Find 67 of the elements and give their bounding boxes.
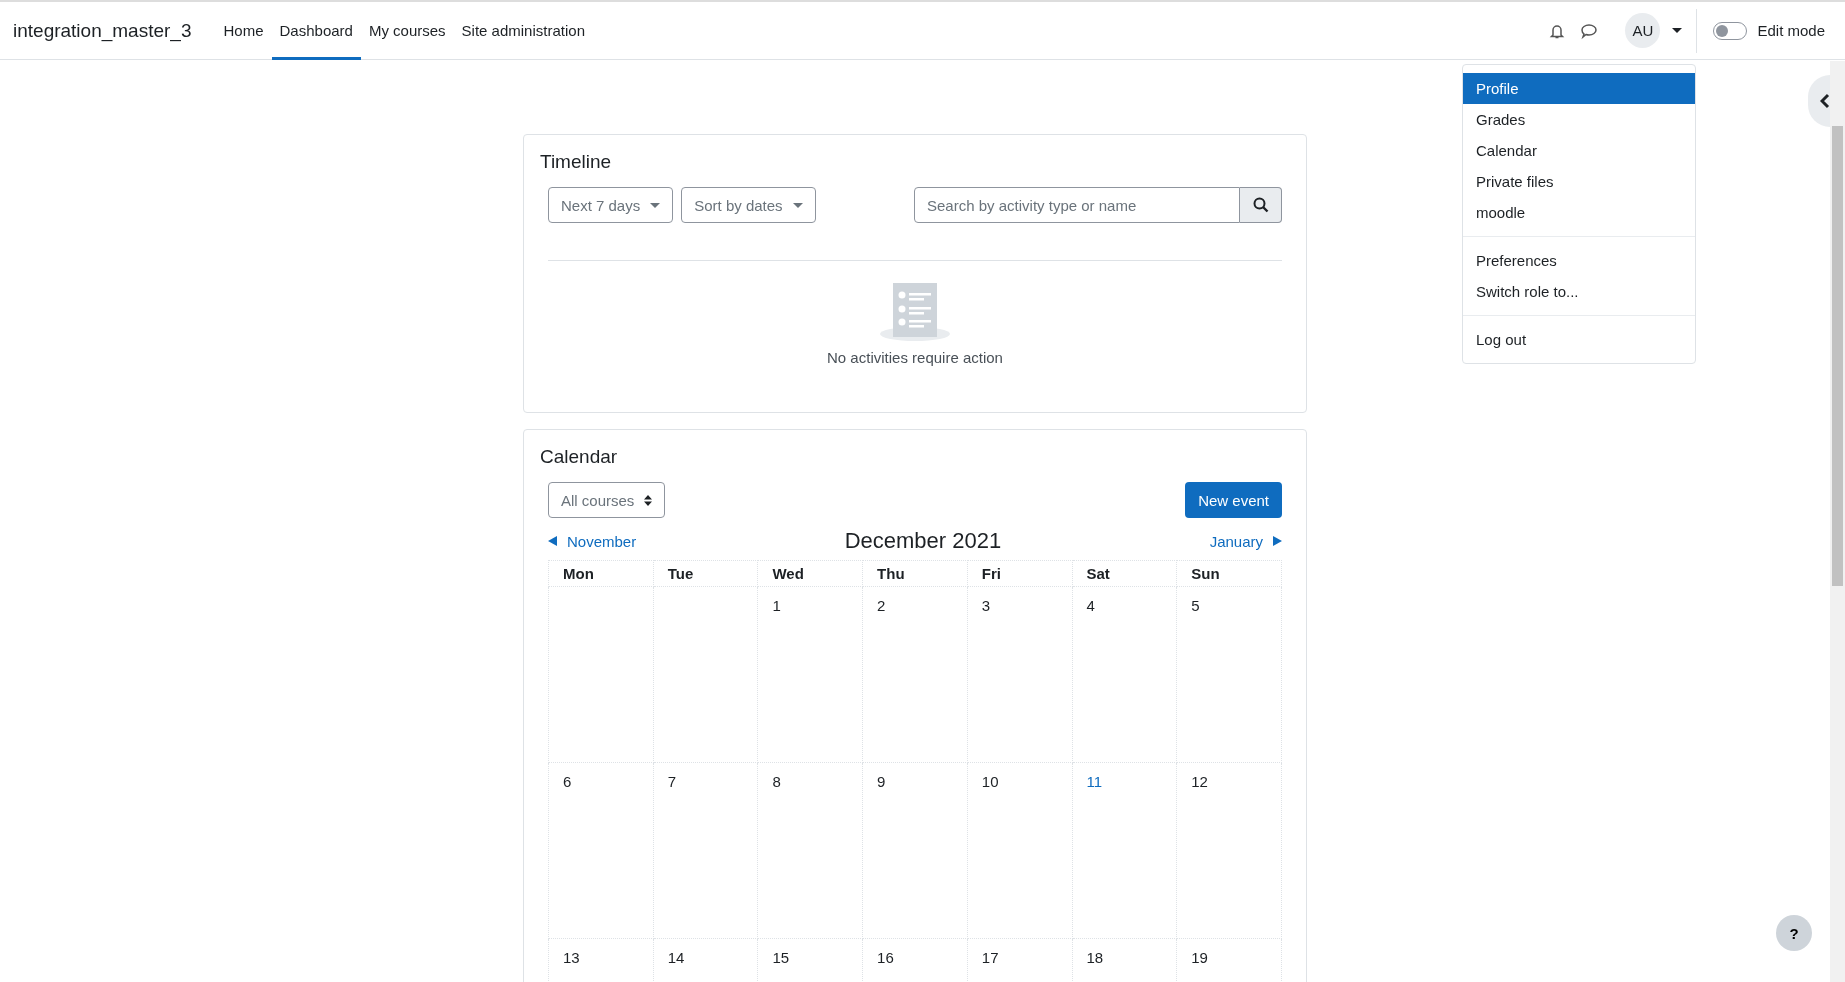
caret-icon[interactable] xyxy=(1672,28,1683,33)
card-title: Timeline xyxy=(540,151,613,173)
weekday-header: Sun xyxy=(1176,560,1282,587)
card-title: Calendar xyxy=(540,446,619,468)
caret-icon xyxy=(650,202,661,208)
menu-item[interactable]: Grades xyxy=(1463,104,1695,135)
weekday-header: Wed xyxy=(757,560,863,587)
right-triangle-icon xyxy=(1273,536,1282,546)
left-triangle-icon xyxy=(548,536,557,546)
nav-tab[interactable]: My courses xyxy=(360,1,454,60)
day-number[interactable]: 14 xyxy=(667,949,685,966)
day-number[interactable]: 2 xyxy=(877,597,886,614)
menu-item[interactable]: Calendar xyxy=(1463,135,1695,166)
weekday-header: Thu xyxy=(862,560,968,587)
day-number[interactable]: 10 xyxy=(981,773,999,790)
edit-mode-label: Edit mode xyxy=(1757,22,1825,39)
day-number[interactable]: 18 xyxy=(1086,949,1104,966)
new-event-button[interactable]: New event xyxy=(1185,482,1282,518)
caret-icon xyxy=(792,202,803,208)
scrollbar[interactable] xyxy=(1830,61,1845,982)
day-number[interactable]: 16 xyxy=(877,949,894,966)
nav-tab[interactable]: Dashboard xyxy=(271,1,361,60)
month-title: December 2021 xyxy=(843,528,1003,554)
course-select[interactable]: All courses xyxy=(548,482,666,518)
empty-list-icon xyxy=(880,283,950,341)
chat-bubble-icon[interactable] xyxy=(1580,21,1599,40)
menu-item[interactable]: Log out xyxy=(1463,324,1695,355)
day-number[interactable]: 9 xyxy=(877,773,886,790)
weekday-header: Mon xyxy=(548,560,654,587)
empty-message: No activities require action xyxy=(827,349,1003,366)
chevron-left-icon xyxy=(1820,93,1830,109)
sort-arrows-icon xyxy=(644,494,653,506)
day-number[interactable]: 4 xyxy=(1086,597,1095,614)
site-name[interactable]: integration_master_3 xyxy=(13,19,192,42)
edit-mode-switch[interactable] xyxy=(1713,21,1748,40)
weekday-header: Sat xyxy=(1072,560,1177,587)
filter-dropdown[interactable]: Sort by dates xyxy=(681,187,816,223)
search-field[interactable]: Search by activity type or name xyxy=(914,187,1240,223)
user-avatar[interactable]: AU xyxy=(1625,13,1661,48)
nav-tab[interactable]: Home xyxy=(215,1,272,60)
day-number[interactable]: 11 xyxy=(1086,773,1103,790)
next-month-link[interactable]: January xyxy=(1209,532,1282,550)
day-number[interactable]: 12 xyxy=(1191,773,1208,790)
day-number[interactable]: 17 xyxy=(981,949,999,966)
menu-item[interactable]: Preferences xyxy=(1463,245,1695,276)
day-number[interactable]: 1 xyxy=(772,597,781,614)
filter-dropdown[interactable]: Next 7 days xyxy=(548,187,674,223)
day-number[interactable]: 7 xyxy=(667,773,677,790)
day-number[interactable]: 15 xyxy=(772,949,790,966)
search-button[interactable] xyxy=(1240,187,1282,223)
day-number[interactable]: 19 xyxy=(1191,949,1208,966)
menu-item[interactable]: Switch role to... xyxy=(1463,276,1695,307)
previous-month-link[interactable]: November xyxy=(548,532,637,550)
day-number[interactable]: 8 xyxy=(772,773,781,790)
nav-tab[interactable]: Site administration xyxy=(453,1,593,60)
weekday-header: Fri xyxy=(967,560,1072,587)
day-number[interactable]: 3 xyxy=(981,597,991,614)
day-number[interactable]: 5 xyxy=(1191,597,1200,614)
weekday-header: Tue xyxy=(653,560,758,587)
drawer-toggle[interactable] xyxy=(1808,75,1830,127)
menu-item[interactable]: moodle xyxy=(1463,197,1695,228)
search-icon xyxy=(1252,197,1269,213)
day-number[interactable]: 6 xyxy=(563,773,572,790)
menu-item[interactable]: Profile xyxy=(1463,73,1695,104)
day-number[interactable]: 13 xyxy=(563,949,580,966)
help-button[interactable]: ? xyxy=(1776,915,1812,951)
menu-item[interactable]: Private files xyxy=(1463,166,1695,197)
